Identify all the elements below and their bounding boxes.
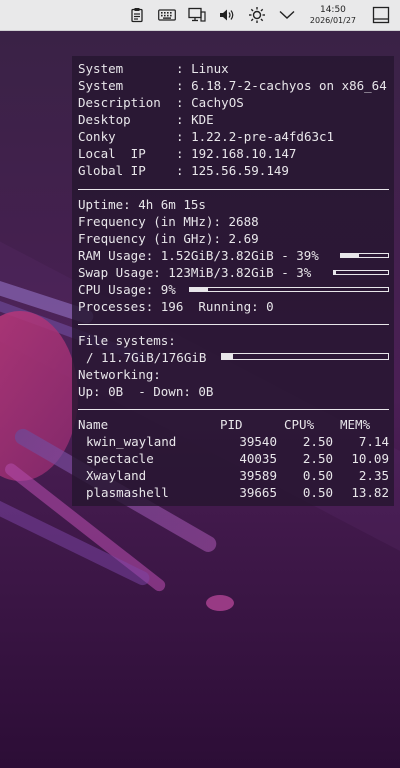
process-mem: 13.82	[351, 485, 389, 500]
sysinfo-value: : 192.168.10.147	[176, 146, 297, 161]
volume-icon[interactable]	[218, 6, 236, 24]
sysinfo-value: : Linux	[176, 61, 229, 76]
ram-usage-text: RAM Usage: 1.52GiB/3.82GiB - 39%	[78, 248, 319, 263]
sysinfo-row-local-ip: Local IP	[78, 146, 146, 161]
system-tray: 14:50 2026/01/27	[128, 0, 362, 30]
process-pid: 39665	[239, 485, 277, 500]
process-pid: 39540	[239, 434, 277, 449]
sysinfo-value: : 125.56.59.149	[176, 163, 289, 178]
column-header-name: Name	[78, 417, 109, 432]
brightness-icon[interactable]	[248, 6, 266, 24]
process-cpu: 2.50	[302, 434, 333, 449]
ram-usage-bar	[340, 253, 389, 258]
process-name: kwin_wayland	[86, 434, 177, 449]
clipboard-icon[interactable]	[128, 6, 146, 24]
show-desktop-icon[interactable]	[372, 6, 390, 24]
sysinfo-row-global-ip: Global IP	[78, 163, 146, 178]
conky-panel: System : Linux System : 6.18.7-2-cachyos…	[72, 56, 394, 506]
sysinfo-row-description: Description	[78, 95, 161, 110]
root-fs-bar	[221, 353, 389, 360]
swap-usage-bar-fill	[334, 271, 336, 274]
cpu-usage-bar-fill	[190, 288, 208, 291]
process-name: Xwayland	[86, 468, 147, 483]
process-pid: 40035	[239, 451, 277, 466]
keyboard-icon[interactable]	[157, 6, 176, 24]
sysinfo-value: : 1.22.2-pre-a4fd63c1	[176, 129, 335, 144]
frequency-mhz-text: Frequency (in MHz): 2688	[78, 214, 259, 229]
uptime-text: Uptime: 4h 6m 15s	[78, 197, 206, 212]
column-header-pid: PID	[220, 417, 243, 432]
process-mem: 7.14	[358, 434, 389, 449]
process-mem: 2.35	[358, 468, 389, 483]
sysinfo-value: : KDE	[176, 112, 214, 127]
root-fs-text: / 11.7GiB/176GiB	[86, 350, 207, 365]
filesystems-label: File systems:	[78, 333, 176, 348]
sysinfo-value: : CachyOS	[176, 95, 244, 110]
divider	[78, 189, 389, 190]
column-header-mem: MEM%	[340, 417, 371, 432]
process-name: spectacle	[86, 451, 154, 466]
divider	[78, 324, 389, 325]
sysinfo-row-conky: Conky	[78, 129, 116, 144]
process-cpu: 0.50	[302, 485, 333, 500]
sysinfo-row-kernel: System	[78, 78, 124, 93]
swap-usage-bar	[333, 270, 389, 275]
cpu-usage-bar	[189, 287, 389, 292]
digital-clock[interactable]: 14:50 2026/01/27	[309, 4, 356, 25]
clock-date: 2026/01/27	[309, 15, 356, 25]
processes-text: Processes: 196 Running: 0	[78, 299, 274, 314]
sysinfo-row-desktop: Desktop	[78, 112, 131, 127]
network-speed-text: Up: 0B - Down: 0B	[78, 384, 214, 399]
cpu-usage-text: CPU Usage: 9%	[78, 282, 176, 297]
root-fs-bar-fill	[222, 354, 233, 359]
process-pid: 39589	[239, 468, 277, 483]
chevron-down-icon[interactable]	[278, 6, 296, 24]
divider	[78, 409, 389, 410]
process-cpu: 0.50	[302, 468, 333, 483]
clock-time: 14:50	[319, 4, 346, 15]
column-header-cpu: CPU%	[284, 417, 315, 432]
display-config-icon[interactable]	[188, 6, 206, 24]
process-cpu: 2.50	[302, 451, 333, 466]
top-panel: 14:50 2026/01/27	[0, 0, 400, 31]
networking-label: Networking:	[78, 367, 161, 382]
sysinfo-row-system: System	[78, 61, 124, 76]
frequency-ghz-text: Frequency (in GHz): 2.69	[78, 231, 259, 246]
swap-usage-text: Swap Usage: 123MiB/3.82GiB - 3%	[78, 265, 312, 280]
sysinfo-value: : 6.18.7-2-cachyos on x86_64	[176, 78, 387, 93]
process-name: plasmashell	[86, 485, 169, 500]
process-mem: 10.09	[351, 451, 389, 466]
ram-usage-bar-fill	[341, 254, 360, 257]
